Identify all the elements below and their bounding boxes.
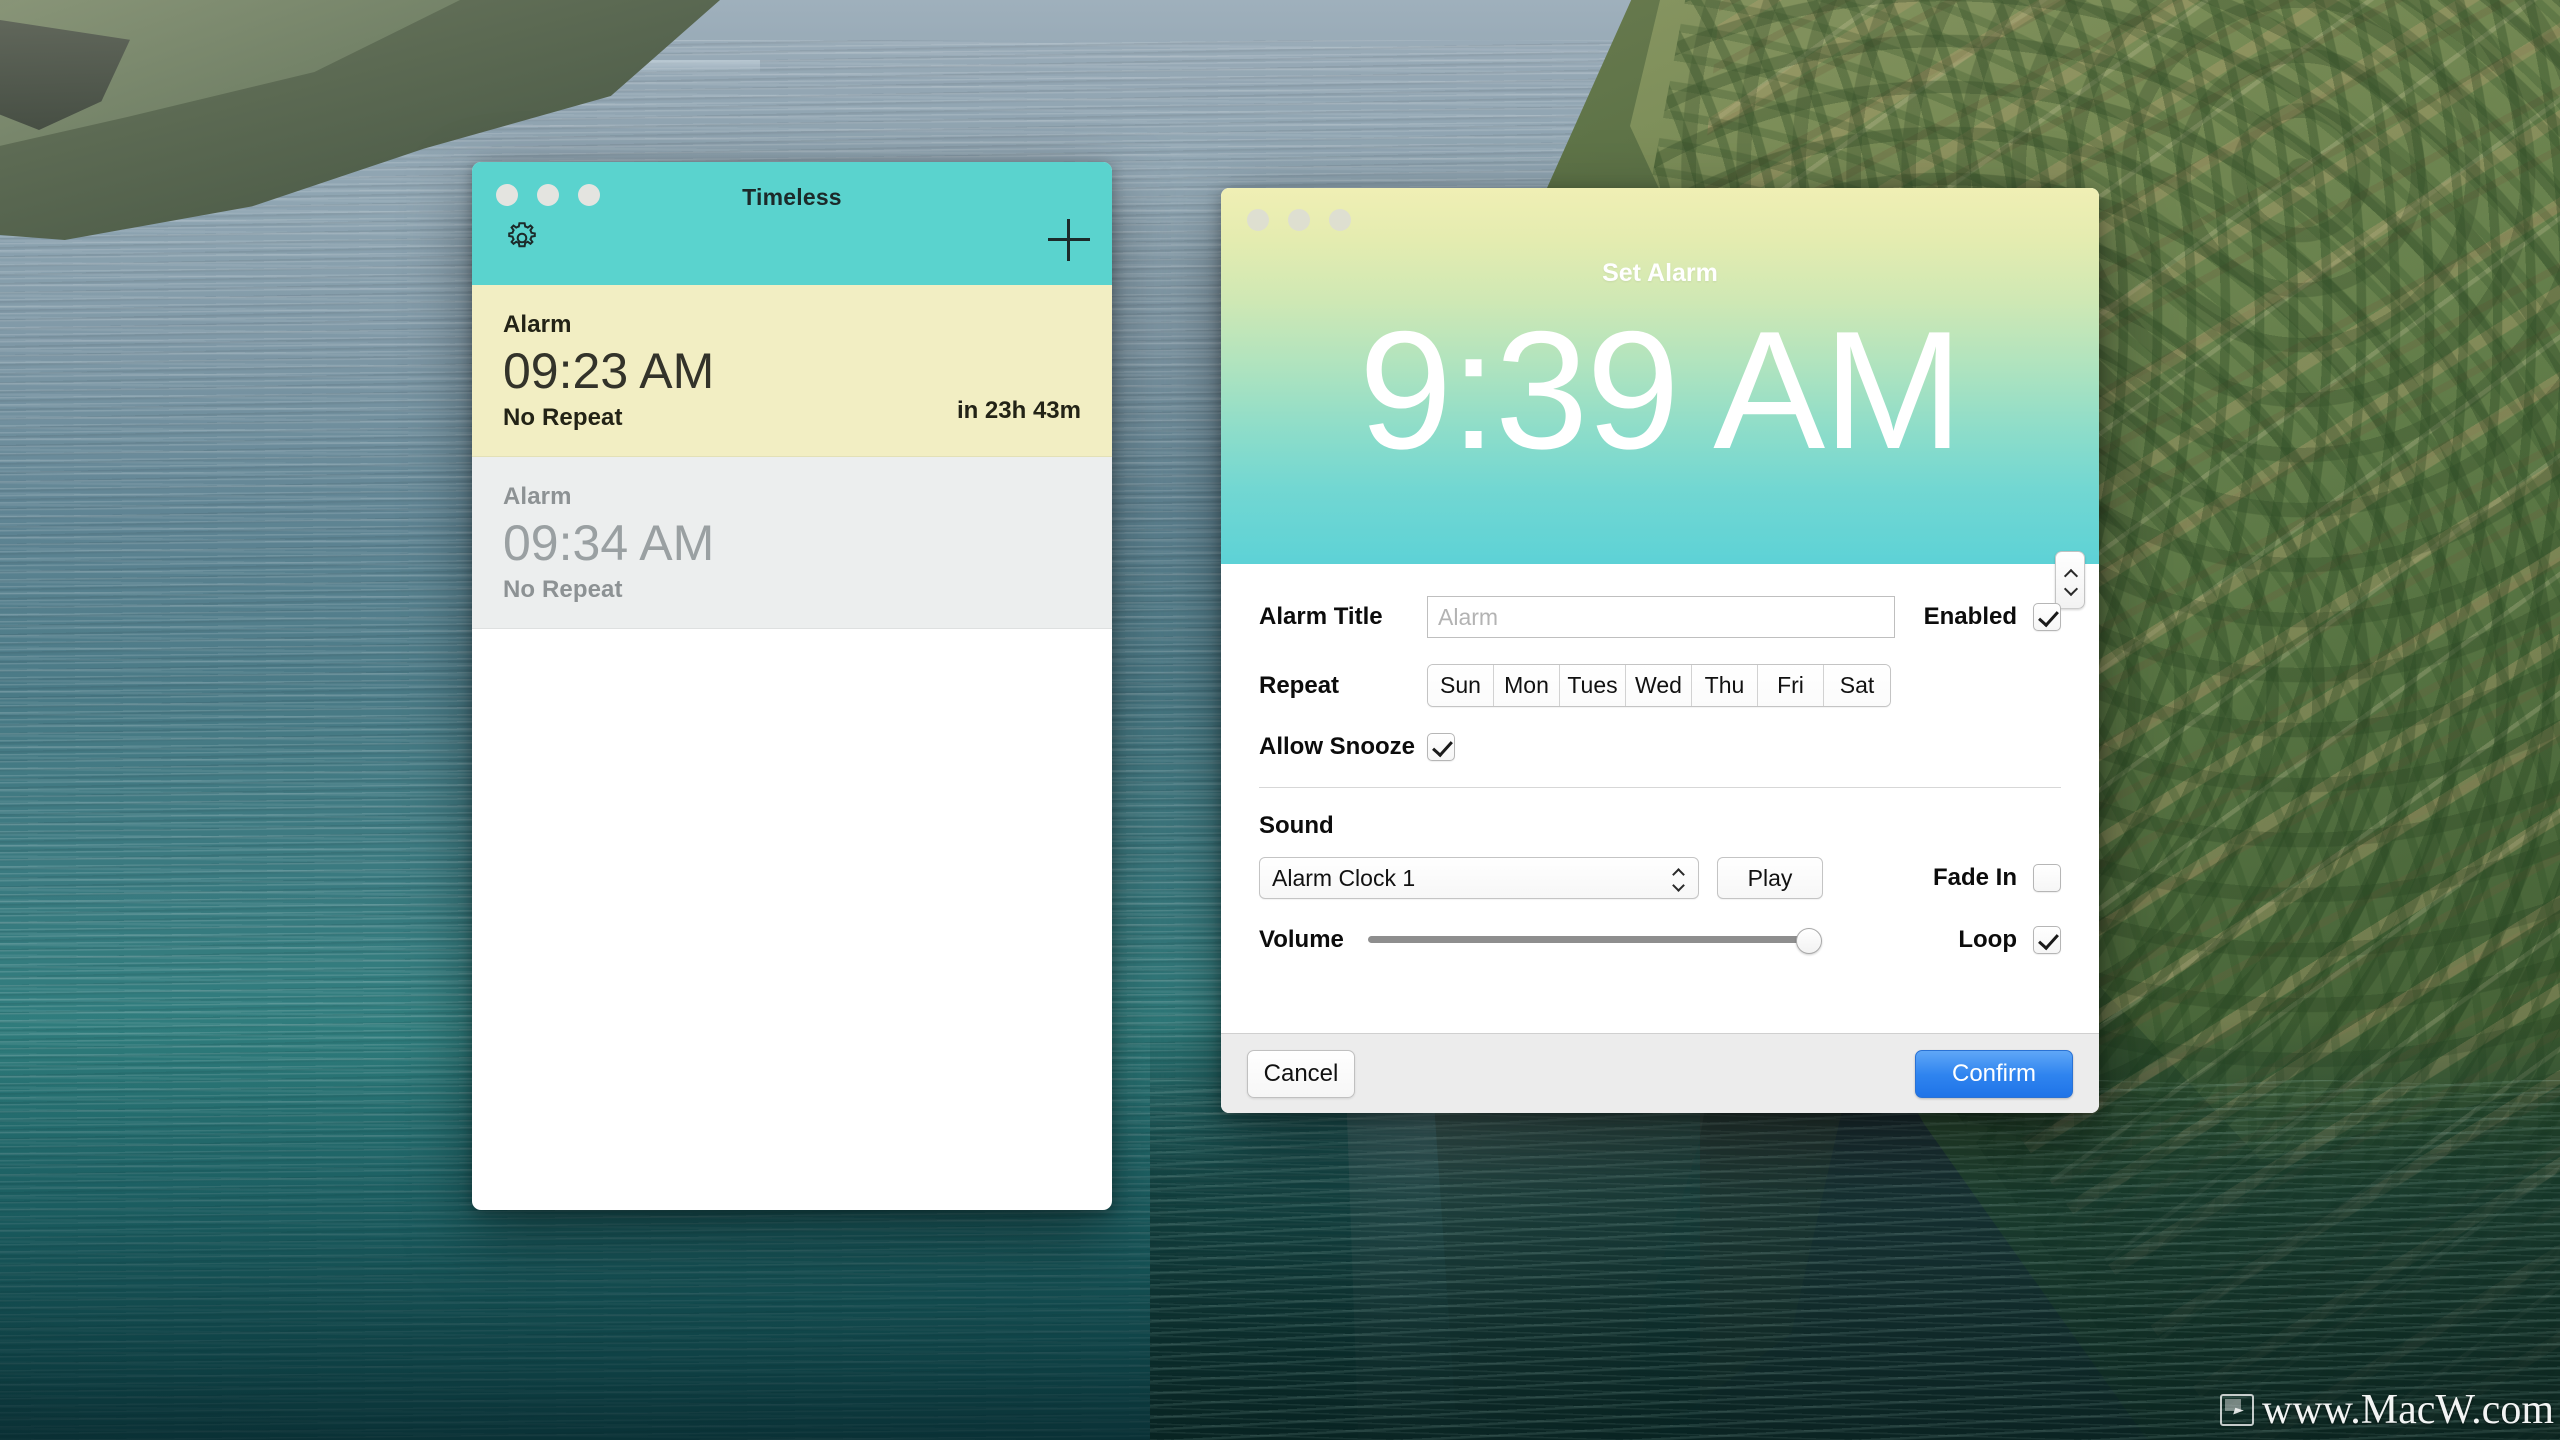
loop-checkbox[interactable] (2033, 926, 2061, 954)
alarm-countdown: in 23h 43m (956, 397, 1081, 424)
enabled-group: Enabled (1924, 603, 2061, 631)
volume-row: Volume Loop (1259, 925, 2061, 955)
day-button-mon[interactable]: Mon (1494, 665, 1560, 706)
time-stepper[interactable] (2055, 551, 2085, 609)
volume-slider[interactable] (1367, 925, 1822, 955)
timeless-main-window: Timeless Alarm 09:23 AM No Repeat in 23h… (472, 162, 1112, 1210)
dialog-traffic-light-buttons (1247, 209, 1351, 231)
day-button-tues[interactable]: Tues (1560, 665, 1626, 706)
watermark: www.MacW.com (2220, 1386, 2554, 1434)
day-button-wed[interactable]: Wed (1626, 665, 1692, 706)
add-alarm-button[interactable] (1048, 219, 1090, 261)
alarm-title-label: Alarm Title (1259, 603, 1383, 630)
chevron-updown-icon (1672, 869, 1684, 887)
cancel-button[interactable]: Cancel (1247, 1049, 1355, 1098)
allow-snooze-row: Allow Snooze (1259, 733, 2061, 761)
dialog-body: Alarm Title Enabled Repeat Sun Mon Tues … (1221, 564, 2099, 954)
alarm-list: Alarm 09:23 AM No Repeat in 23h 43m Alar… (472, 285, 1112, 629)
alarm-time: 09:23 AM (503, 343, 715, 399)
alarm-list-item[interactable]: Alarm 09:34 AM No Repeat (472, 457, 1112, 629)
volume-slider-knob[interactable] (1795, 928, 1822, 954)
sound-select-value: Alarm Clock 1 (1272, 864, 1416, 891)
alarm-repeat: No Repeat (503, 576, 623, 603)
chevron-up-icon (1672, 869, 1684, 876)
play-button[interactable]: Play (1717, 857, 1823, 899)
set-alarm-dialog: Set Alarm 9:39 AM Alarm Title Enabled Re… (1221, 188, 2099, 1113)
enabled-label: Enabled (1923, 603, 2017, 630)
window-title: Timeless (742, 184, 842, 210)
alarm-title-row: Alarm Title Enabled (1259, 596, 2061, 638)
fade-in-checkbox[interactable] (2033, 864, 2061, 892)
day-button-fri[interactable]: Fri (1758, 665, 1824, 706)
sound-row: Alarm Clock 1 Play Fade In (1259, 857, 2061, 899)
day-button-sun[interactable]: Sun (1428, 665, 1494, 706)
chevron-up-icon[interactable] (2064, 570, 2077, 578)
chevron-down-icon (1672, 880, 1684, 887)
watermark-icon (2220, 1394, 2254, 1426)
gear-icon[interactable] (503, 219, 541, 257)
fade-in-label: Fade In (1932, 864, 2017, 891)
chevron-down-icon[interactable] (2064, 583, 2077, 591)
watermark-text: www.MacW.com (2262, 1387, 2554, 1433)
allow-snooze-label: Allow Snooze (1259, 733, 1415, 760)
dialog-zoom-button[interactable] (1329, 209, 1351, 231)
alarm-name: Alarm (503, 483, 572, 510)
repeat-row: Repeat Sun Mon Tues Wed Thu Fri Sat (1259, 664, 2061, 707)
alarm-time: 09:34 AM (503, 515, 715, 571)
day-button-thu[interactable]: Thu (1692, 665, 1758, 706)
day-button-sat[interactable]: Sat (1824, 665, 1890, 706)
repeat-label: Repeat (1259, 671, 1340, 699)
loop-group: Loop (1958, 926, 2061, 954)
alarm-title-input[interactable] (1427, 596, 1895, 638)
section-divider (1259, 787, 2061, 788)
sound-select[interactable]: Alarm Clock 1 (1259, 857, 1699, 899)
dialog-hero: Set Alarm 9:39 AM (1221, 188, 2099, 609)
repeat-day-group: Sun Mon Tues Wed Thu Fri Sat (1427, 664, 1891, 707)
dialog-minimize-button[interactable] (1288, 209, 1310, 231)
alarm-time-display[interactable]: 9:39 AM (1221, 306, 2099, 474)
loop-label: Loop (1958, 926, 2017, 953)
allow-snooze-checkbox[interactable] (1427, 733, 1455, 761)
dialog-footer: Cancel Confirm (1221, 1033, 2099, 1113)
confirm-button[interactable]: Confirm (1915, 1049, 2073, 1098)
volume-slider-track (1367, 936, 1818, 943)
dialog-close-button[interactable] (1247, 209, 1269, 231)
enabled-checkbox[interactable] (2033, 603, 2061, 631)
main-window-titlebar: Timeless (472, 162, 1112, 285)
alarm-list-item[interactable]: Alarm 09:23 AM No Repeat in 23h 43m (472, 285, 1112, 457)
alarm-name: Alarm (503, 311, 572, 338)
dialog-title: Set Alarm (1602, 259, 1718, 287)
volume-label: Volume (1259, 926, 1344, 953)
sound-section-label: Sound (1259, 812, 1334, 839)
fade-in-group: Fade In (1933, 864, 2061, 892)
